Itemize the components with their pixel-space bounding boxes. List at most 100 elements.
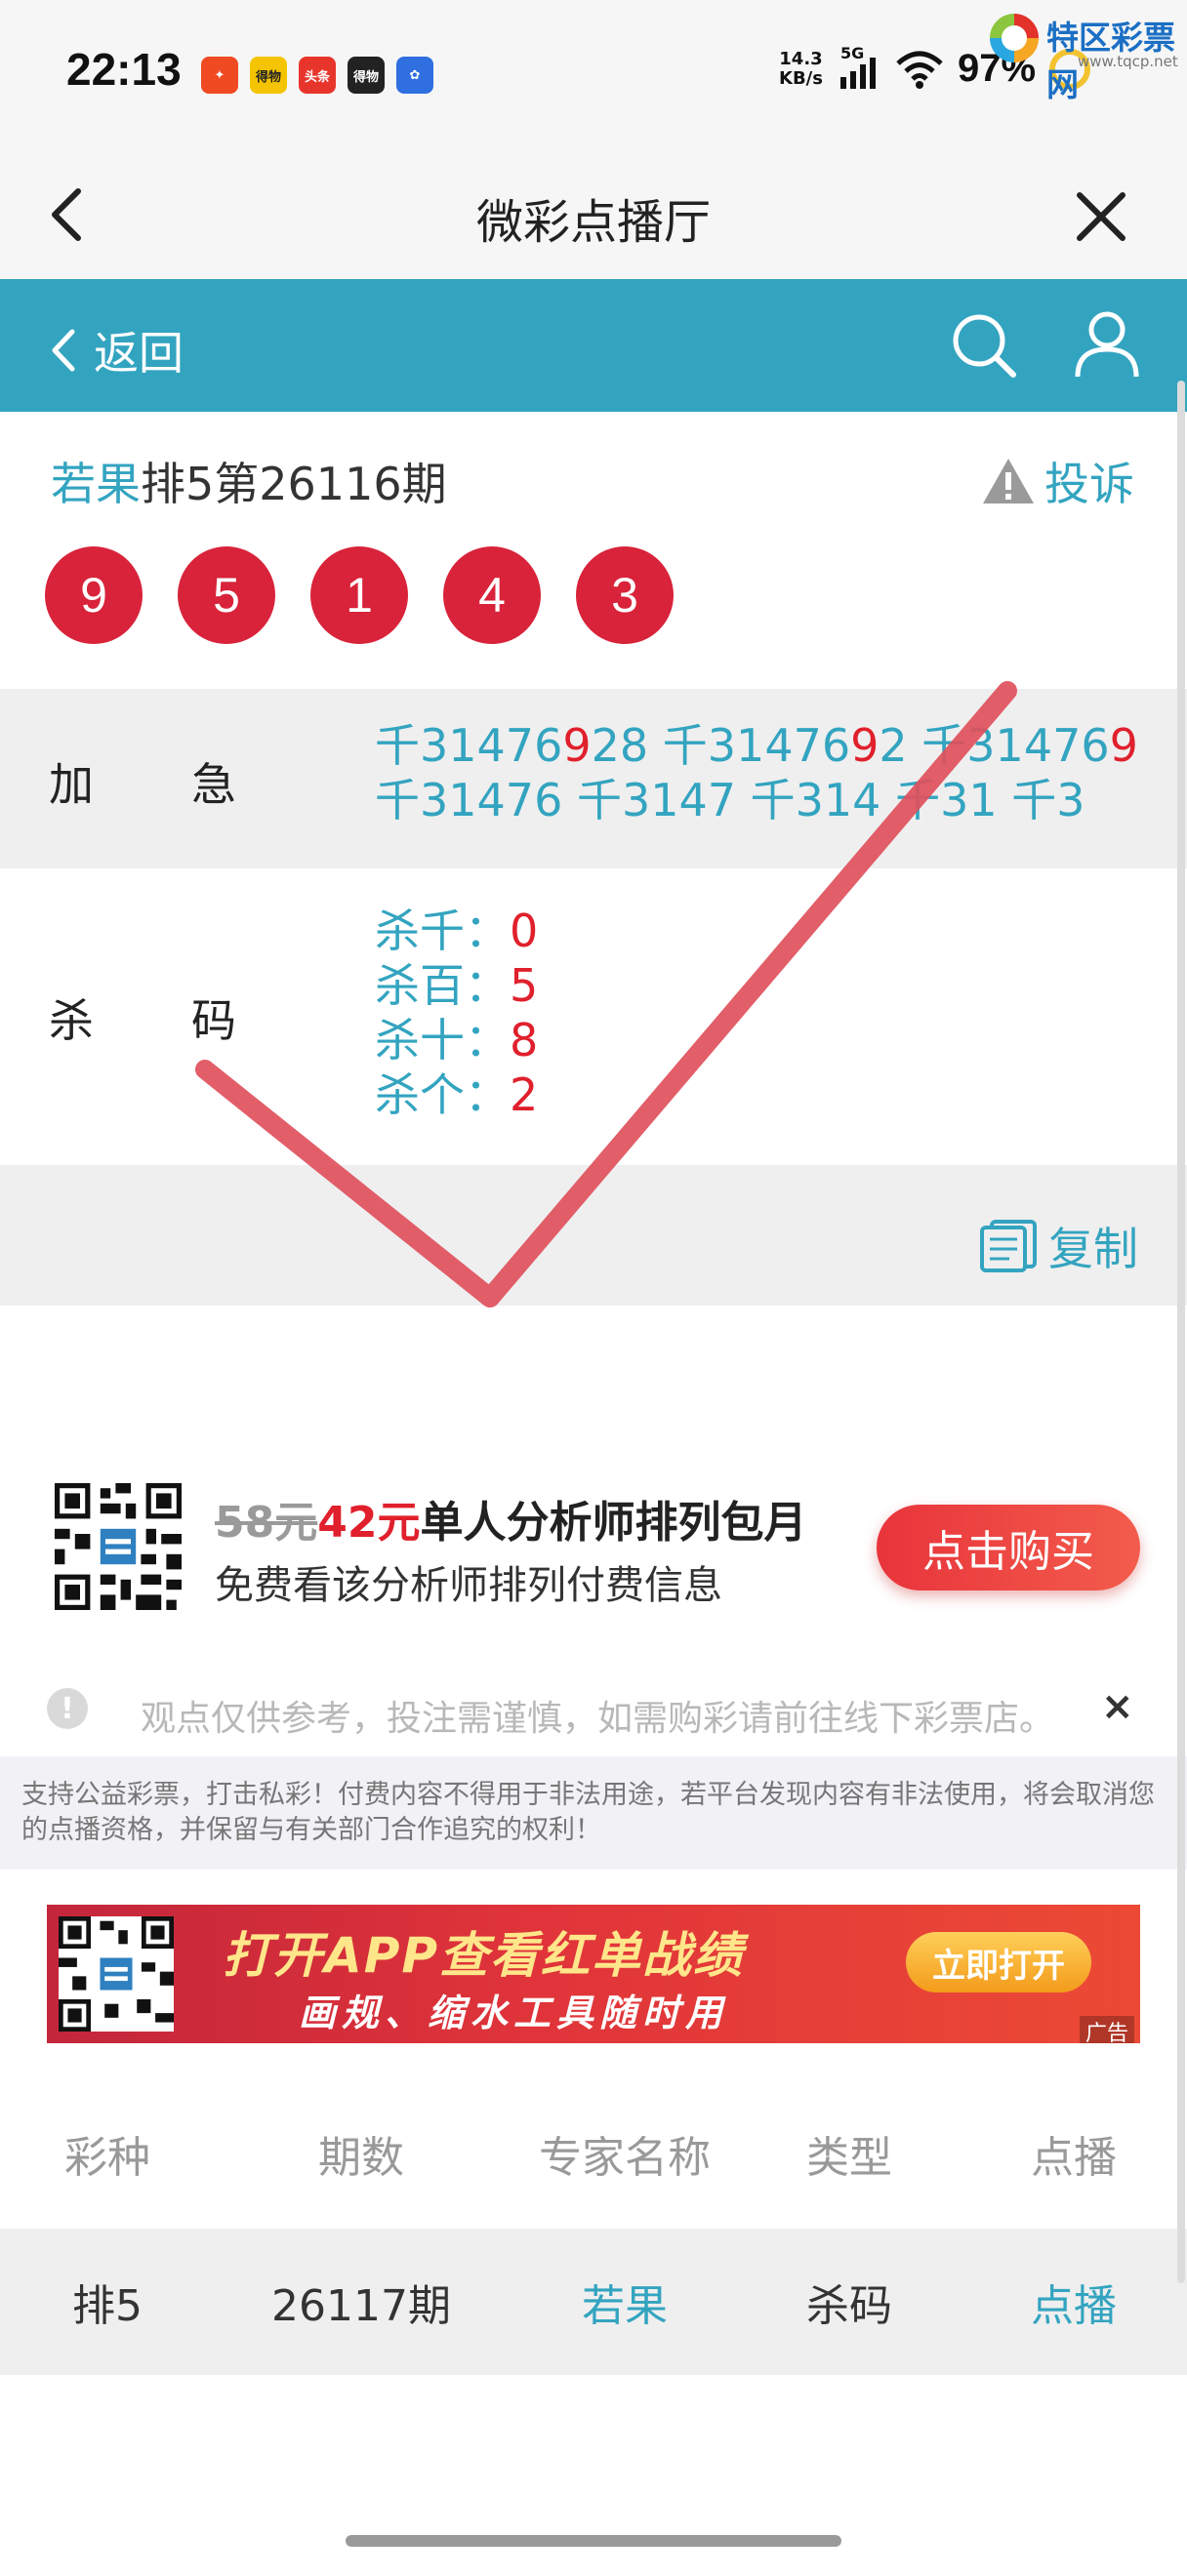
warning-icon bbox=[983, 459, 1034, 503]
cell-signal-icon: 5G bbox=[837, 44, 881, 91]
user-icon[interactable] bbox=[1070, 306, 1144, 381]
old-price: 58元 bbox=[215, 1498, 318, 1548]
urgent-seg: 28 千31476 bbox=[591, 719, 851, 772]
subscribe-link-cell[interactable]: 点播 bbox=[976, 2229, 1171, 2375]
baidu-icon: ✿ bbox=[396, 57, 433, 94]
urgent-label-2: 急 bbox=[191, 758, 236, 811]
chevron-left-icon bbox=[52, 329, 75, 372]
kill-key: 杀个： bbox=[375, 1068, 510, 1121]
urgent-highlight: 9 bbox=[850, 719, 880, 772]
back-label: 返回 bbox=[94, 327, 184, 380]
copy-row: 复制 bbox=[0, 1165, 1187, 1306]
draw-ball: 4 bbox=[443, 546, 541, 644]
table-row: 排5 26117期 若果 杀码 点播 bbox=[0, 2229, 1187, 2375]
kill-item: 杀个：2 bbox=[375, 1067, 538, 1122]
notice-close-button[interactable]: × bbox=[1101, 1684, 1134, 1729]
copy-button[interactable]: 复制 bbox=[978, 1214, 1138, 1278]
banner-subtitle: 画规、缩水工具随时用 bbox=[299, 1992, 729, 2034]
buy-button[interactable]: 点击购买 bbox=[877, 1505, 1140, 1590]
copy-icon bbox=[980, 1220, 1037, 1272]
nav-bar: 返回 bbox=[0, 279, 1187, 412]
expert-link-cell[interactable]: 若果 bbox=[508, 2229, 742, 2375]
open-app-button[interactable]: 立即打开 bbox=[906, 1932, 1091, 1992]
kill-value: 5 bbox=[510, 959, 539, 1012]
shopping-app-icon: ✦ bbox=[201, 57, 238, 94]
home-indicator[interactable] bbox=[346, 2535, 841, 2547]
info-icon: ! bbox=[47, 1688, 88, 1729]
close-icon[interactable] bbox=[1072, 187, 1130, 246]
app-banner-ad[interactable]: 打开APP查看红单战绩 画规、缩水工具随时用 立即打开 广告 bbox=[47, 1905, 1140, 2043]
draw-ball: 1 bbox=[310, 546, 408, 644]
urgent-seg: 千31476 bbox=[375, 719, 563, 772]
toutiao-icon: 头条 bbox=[299, 57, 336, 94]
title-bar: 微彩点播厅 bbox=[0, 146, 1187, 279]
watermark-url: www.tqcp.net bbox=[1078, 53, 1178, 70]
table-header: 彩种 期数 专家名称 类型 点播 bbox=[0, 2078, 1187, 2229]
urgent-seg: 2 千31476 bbox=[879, 719, 1110, 772]
table-cell: 杀码 bbox=[806, 2281, 892, 2331]
draw-numbers: 9 5 1 4 3 bbox=[45, 546, 674, 644]
urgent-label: 加 急 bbox=[49, 749, 236, 814]
wifi-icon bbox=[896, 51, 943, 89]
urgent-line-1: 千31476928 千3147692 千314769 bbox=[375, 718, 1156, 773]
banner-qr-code-icon bbox=[59, 1916, 174, 2032]
notice-text: 观点仅供参考，投注需谨慎，如需购彩请前往线下彩票店。 bbox=[141, 1699, 1055, 1739]
kill-key: 杀百： bbox=[375, 959, 510, 1012]
status-time: 22:13 bbox=[66, 44, 182, 95]
kill-item: 杀百：5 bbox=[375, 958, 538, 1013]
ad-tag: 广告 bbox=[1080, 2016, 1135, 2043]
dark-app-icon: 得物 bbox=[348, 57, 385, 94]
kill-item: 杀十：8 bbox=[375, 1013, 538, 1067]
urgent-row: 加 急 千31476928 千3147692 千314769 千31476 千3… bbox=[0, 689, 1187, 868]
qr-code-icon bbox=[55, 1483, 182, 1610]
price-line: 58元42元单人分析师排列包月 bbox=[215, 1487, 806, 1550]
disclaimer-text: 支持公益彩票，打击私彩！付费内容不得用于非法用途，若平台发现内容有非法使用，将会… bbox=[0, 1756, 1187, 1870]
net-speed-unit: KB/s bbox=[779, 67, 823, 89]
notice-bar: ! 观点仅供参考，投注需谨慎，如需购彩请前往线下彩票店。 × bbox=[0, 1678, 1187, 1745]
kill-label: 杀 码 bbox=[49, 986, 236, 1050]
back-button[interactable]: 返回 bbox=[49, 318, 184, 382]
net-speed-value: 14.3 bbox=[779, 48, 823, 69]
urgent-highlight: 9 bbox=[562, 719, 592, 772]
draw-ball: 3 bbox=[576, 546, 674, 644]
kill-value: 8 bbox=[510, 1014, 539, 1067]
banner-title: 打开APP查看红单战绩 bbox=[223, 1927, 744, 1984]
urgent-line-2: 千31476 千3147 千314 千31 千3 bbox=[375, 774, 1085, 826]
column-header: 类型 bbox=[806, 2133, 892, 2183]
table-cell: 排5 bbox=[72, 2281, 143, 2331]
kill-item: 杀千：0 bbox=[375, 904, 538, 958]
package-description: 免费看该分析师排列付费信息 bbox=[215, 1563, 722, 1608]
package-name: 单人分析师排列包月 bbox=[420, 1498, 807, 1548]
urgent-content: 千31476928 千3147692 千314769 千31476 千3147 … bbox=[375, 718, 1156, 827]
column-header: 专家名称 bbox=[539, 2133, 711, 2183]
net-speed: 14.3 KB/s bbox=[779, 48, 823, 89]
page-title: 微彩点播厅 bbox=[475, 195, 711, 250]
kill-value: 0 bbox=[510, 905, 539, 957]
scrollbar[interactable] bbox=[1177, 381, 1185, 2283]
kill-list: 杀千：0 杀百：5 杀十：8 杀个：2 bbox=[375, 904, 538, 1122]
draw-ball: 5 bbox=[178, 546, 275, 644]
status-app-icons: ✦ 得物 头条 得物 ✿ bbox=[201, 57, 433, 94]
column-header: 期数 bbox=[318, 2133, 404, 2183]
expert-name-link[interactable]: 若果 bbox=[51, 458, 141, 510]
table-cell: 26117期 bbox=[271, 2281, 451, 2331]
search-icon[interactable] bbox=[947, 308, 1021, 382]
column-header: 彩种 bbox=[64, 2133, 150, 2183]
issue-line: 若果排5第26116期 bbox=[51, 449, 447, 513]
urgent-highlight: 9 bbox=[1109, 719, 1138, 772]
issue-text: 排5第26116期 bbox=[141, 458, 447, 510]
kill-key: 杀十： bbox=[375, 1014, 510, 1067]
urgent-label-1: 加 bbox=[49, 758, 94, 811]
news-app-icon: 得物 bbox=[250, 57, 287, 94]
site-watermark: 特区彩票网 www.tqcp.net bbox=[986, 6, 1187, 103]
copy-label: 复制 bbox=[1048, 1223, 1138, 1275]
kill-label-1: 杀 bbox=[49, 994, 94, 1047]
purchase-card: 58元42元单人分析师排列包月 免费看该分析师排列付费信息 点击购买 bbox=[0, 1464, 1187, 1620]
complain-label: 投诉 bbox=[1044, 458, 1134, 510]
column-header: 点播 bbox=[1031, 2133, 1117, 2183]
complain-button[interactable]: 投诉 bbox=[980, 449, 1134, 513]
kill-value: 2 bbox=[510, 1068, 539, 1121]
kill-key: 杀千： bbox=[375, 905, 510, 957]
new-price: 42元 bbox=[317, 1498, 421, 1548]
draw-ball: 9 bbox=[45, 546, 143, 644]
